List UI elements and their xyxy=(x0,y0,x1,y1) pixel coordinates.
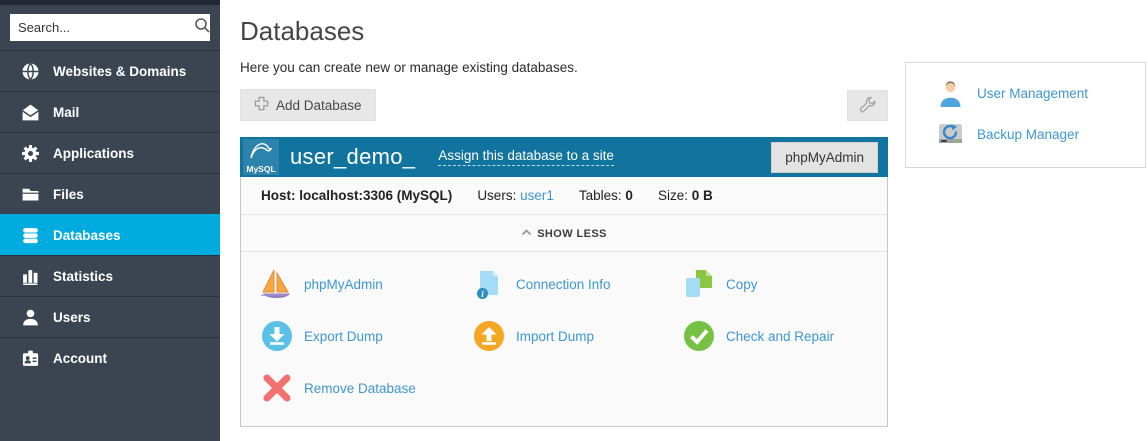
bar-chart-icon xyxy=(21,267,40,286)
connection-info-icon: i xyxy=(473,268,505,300)
globe-icon xyxy=(21,62,40,81)
settings-wrench-button[interactable] xyxy=(847,90,888,121)
action-import-dump: Import Dump xyxy=(473,320,683,352)
shortcut-user-management: User Management xyxy=(906,73,1145,114)
user-management-link[interactable]: User Management xyxy=(977,86,1088,101)
search-input[interactable] xyxy=(18,20,194,35)
sidebar-item-files[interactable]: Files xyxy=(0,173,220,214)
size-value: 0 B xyxy=(692,188,713,203)
copy-icon xyxy=(683,268,715,300)
database-card-header: MySQL user_demo_ Assign this database to… xyxy=(240,137,888,177)
sidebar-item-label: Statistics xyxy=(53,269,113,284)
mysql-logo: MySQL xyxy=(243,139,279,175)
action-connection-info: i Connection Info xyxy=(473,268,683,300)
page-title: Databases xyxy=(240,16,908,47)
action-remove-database: Remove Database xyxy=(261,372,473,404)
sidebar-item-label: Mail xyxy=(53,105,79,120)
sidebar-item-applications[interactable]: Applications xyxy=(0,132,220,173)
users-value-link[interactable]: user1 xyxy=(520,188,554,203)
sidebar-item-label: Files xyxy=(53,187,84,202)
import-dump-icon xyxy=(473,320,505,352)
check-and-repair-icon xyxy=(683,320,715,352)
database-info-row: Host: localhost:3306 (MySQL) Users: user… xyxy=(241,176,887,215)
db-size: Size: 0 B xyxy=(658,188,713,203)
wrench-icon xyxy=(858,95,878,115)
users-label: Users: xyxy=(477,188,516,203)
page-subtitle: Here you can create new or manage existi… xyxy=(240,60,908,75)
backup-manager-link[interactable]: Backup Manager xyxy=(977,127,1079,142)
action-export-dump: Export Dump xyxy=(261,320,473,352)
action-check-and-repair: Check and Repair xyxy=(683,320,867,352)
backup-manager-icon xyxy=(937,121,964,148)
remove-database-icon xyxy=(261,372,293,404)
sidebar-item-websites-domains[interactable]: Websites & Domains xyxy=(0,50,220,91)
gear-icon xyxy=(21,144,40,163)
sidebar-item-users[interactable]: Users xyxy=(0,296,220,337)
id-badge-icon xyxy=(21,349,40,368)
phpmyadmin-action-link[interactable]: phpMyAdmin xyxy=(304,277,383,292)
export-dump-icon xyxy=(261,320,293,352)
plus-icon xyxy=(254,96,269,114)
sidebar-item-account[interactable]: Account xyxy=(0,337,220,378)
import-dump-action-link[interactable]: Import Dump xyxy=(516,329,594,344)
check-and-repair-action-link[interactable]: Check and Repair xyxy=(726,329,834,344)
sidebar-item-databases[interactable]: Databases xyxy=(0,214,220,255)
mysql-dolphin-icon xyxy=(250,142,272,162)
tables-value: 0 xyxy=(625,188,633,203)
database-actions: phpMyAdmin i Connection Info Copy Export… xyxy=(241,252,887,426)
export-dump-action-link[interactable]: Export Dump xyxy=(304,329,383,344)
sidebar-item-label: Applications xyxy=(53,146,134,161)
sidebar-item-label: Websites & Domains xyxy=(53,64,186,79)
assign-database-link[interactable]: Assign this database to a site xyxy=(438,148,614,166)
chevron-up-icon xyxy=(521,223,532,241)
shortcut-backup-manager: Backup Manager xyxy=(906,114,1145,155)
sidebar-top-strip xyxy=(0,0,220,5)
copy-action-link[interactable]: Copy xyxy=(726,277,758,292)
search-icon[interactable] xyxy=(194,17,211,39)
remove-database-action-link[interactable]: Remove Database xyxy=(304,381,416,396)
user-icon xyxy=(21,308,40,327)
db-tables: Tables: 0 xyxy=(579,188,633,203)
main-content: Databases Here you can create new or man… xyxy=(220,0,908,427)
sidebar: Websites & Domains Mail Applications Fil… xyxy=(0,0,220,441)
tables-label: Tables: xyxy=(579,188,622,203)
sidebar-item-statistics[interactable]: Statistics xyxy=(0,255,220,296)
database-icon xyxy=(21,226,40,245)
host-value: localhost:3306 (MySQL) xyxy=(299,188,452,203)
phpmyadmin-sailboat-icon xyxy=(261,268,293,300)
show-less-label: SHOW LESS xyxy=(537,228,607,240)
sidebar-item-label: Account xyxy=(53,351,107,366)
toolbar: Add Database xyxy=(240,89,888,121)
mail-icon xyxy=(21,103,40,122)
database-name: user_demo_ xyxy=(290,144,415,170)
sidebar-item-label: Users xyxy=(53,310,91,325)
size-label: Size: xyxy=(658,188,688,203)
sidebar-item-mail[interactable]: Mail xyxy=(0,91,220,132)
connection-info-action-link[interactable]: Connection Info xyxy=(516,277,611,292)
show-less-toggle[interactable]: SHOW LESS xyxy=(241,215,887,252)
search-box[interactable] xyxy=(10,14,210,41)
action-phpmyadmin: phpMyAdmin xyxy=(261,268,473,300)
mysql-label: MySQL xyxy=(246,164,275,175)
phpmyadmin-header-button[interactable]: phpMyAdmin xyxy=(771,142,878,173)
shortcuts-panel: User Management Backup Manager xyxy=(905,62,1146,168)
host-label: Host: xyxy=(261,188,296,203)
db-users: Users: user1 xyxy=(477,188,554,203)
folder-icon xyxy=(21,185,40,204)
action-copy: Copy xyxy=(683,268,867,300)
add-database-label: Add Database xyxy=(276,98,362,113)
sidebar-item-label: Databases xyxy=(53,228,121,243)
add-database-button[interactable]: Add Database xyxy=(240,89,376,121)
database-card: MySQL user_demo_ Assign this database to… xyxy=(240,137,888,427)
user-management-icon xyxy=(937,80,964,107)
db-host: Host: localhost:3306 (MySQL) xyxy=(261,188,452,203)
